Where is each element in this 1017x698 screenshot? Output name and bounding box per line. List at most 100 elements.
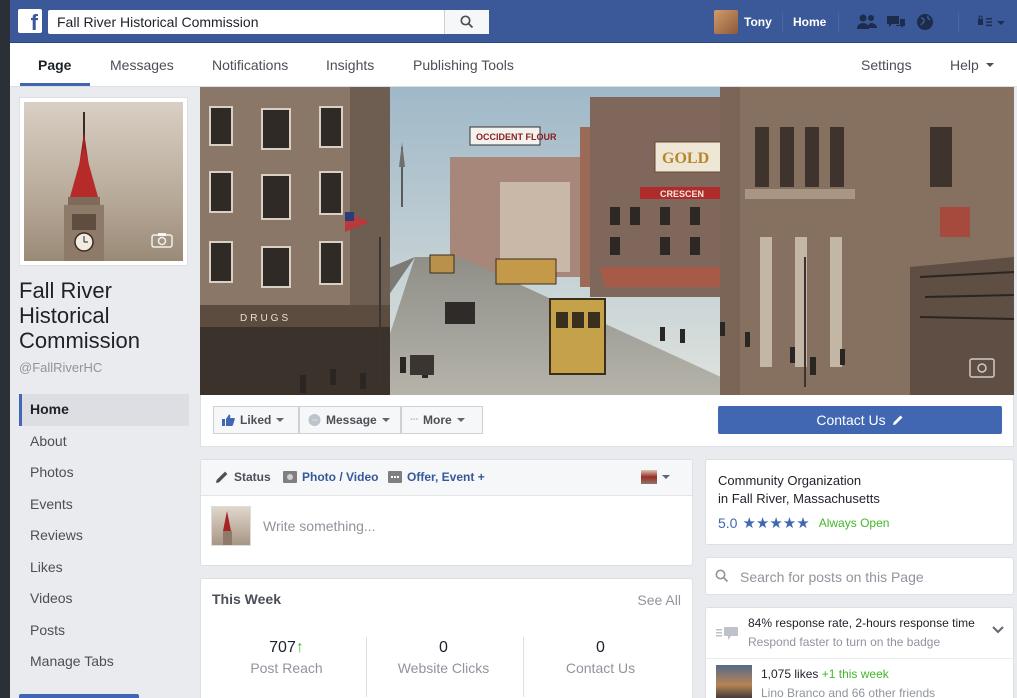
composer-body[interactable]: Write something... (201, 496, 692, 566)
post-composer: Status Photo / Video Offer, Event + Writ… (200, 459, 693, 566)
contact-us-label: Contact Us (816, 412, 886, 428)
pencil-icon (892, 415, 903, 425)
page-title: Fall River Historical Commission (19, 278, 189, 353)
response-rate-text: 84% response rate, 2-hours response time (748, 616, 975, 630)
friends-like-text[interactable]: Lino Branco and 66 other friends (761, 686, 935, 698)
rating-row[interactable]: 5.0 ★★★★★ Always Open (718, 514, 1001, 532)
post-as-selector[interactable] (641, 470, 670, 484)
chevron-down-icon (276, 418, 285, 422)
tab-notifications[interactable]: Notifications (212, 57, 288, 73)
offer-event-label: Offer, Event + (407, 470, 485, 484)
response-rate-card[interactable]: 84% response rate, 2-hours response time… (705, 607, 1014, 659)
side-nav-about[interactable]: About (19, 426, 189, 458)
tab-publishing-tools[interactable]: Publishing Tools (413, 57, 514, 73)
page-title-line: Historical (19, 303, 110, 328)
location-text[interactable]: in Fall River, Massachusetts (718, 490, 1001, 508)
user-name-link[interactable]: Tony (744, 15, 772, 29)
more-label: More (423, 413, 452, 427)
cover-action-bar: Liked Message ··· More Contact Us (200, 395, 1014, 447)
side-nav-reviews[interactable]: Reviews (19, 520, 189, 552)
side-nav-posts[interactable]: Posts (19, 615, 189, 647)
side-nav-manage-tabs[interactable]: Manage Tabs (19, 646, 189, 678)
side-nav-videos[interactable]: Videos (19, 583, 189, 615)
offer-event-icon (388, 471, 402, 483)
user-avatar[interactable] (714, 10, 738, 34)
divider (782, 12, 783, 32)
page-avatar-small (641, 470, 657, 484)
thumbs-up-icon (222, 414, 235, 426)
cover-photo[interactable]: OCCIDENT FLOUR DRUGS GOLD CRESCEN (200, 87, 1014, 395)
pencil-icon (216, 471, 228, 483)
search-icon (715, 569, 729, 583)
side-nav-photos[interactable]: Photos (19, 457, 189, 489)
account-menu-icon[interactable] (976, 11, 1006, 33)
stat-label: Website Clicks (397, 660, 490, 676)
message-button[interactable]: Message (299, 406, 401, 434)
stat-label: Contact Us (565, 660, 636, 676)
more-button[interactable]: ··· More (401, 406, 483, 434)
composer-placeholder[interactable]: Write something... (263, 518, 376, 534)
chevron-down-icon (662, 475, 670, 479)
billboard-sign: OCCIDENT FLOUR (476, 132, 557, 142)
gold-sign: GOLD (662, 150, 709, 167)
camera-icon[interactable] (151, 232, 173, 251)
likes-week-change: +1 this week (821, 667, 889, 681)
message-label: Message (326, 413, 377, 427)
tab-page[interactable]: Page (38, 57, 71, 73)
tab-insights[interactable]: Insights (326, 57, 374, 73)
stat-post-reach[interactable]: 707↑ Post Reach (209, 639, 364, 676)
tab-settings[interactable]: Settings (861, 57, 912, 73)
facebook-logo-icon[interactable]: f (18, 9, 42, 33)
photo-icon (283, 471, 297, 483)
notifications-globe-icon[interactable] (915, 11, 935, 33)
stat-label: Post Reach (250, 660, 323, 676)
likes-count: 1,075 likes (761, 667, 819, 681)
contact-us-button[interactable]: Contact Us (718, 406, 1002, 434)
composer-tab-offer-event[interactable]: Offer, Event + (388, 470, 485, 484)
crescent-sign: CRESCEN (660, 189, 704, 199)
see-all-link[interactable]: See All (637, 592, 681, 608)
hours-status: Always Open (818, 516, 890, 530)
liked-button[interactable]: Liked (213, 406, 299, 434)
composer-tabs: Status Photo / Video Offer, Event + (201, 460, 692, 496)
likes-card[interactable]: 1,075 likes +1 this week Lino Branco and… (705, 658, 1014, 698)
stat-website-clicks[interactable]: 0 Website Clicks (366, 639, 521, 676)
messages-icon[interactable] (885, 11, 907, 33)
search-button[interactable] (444, 10, 489, 34)
stat-contact-us[interactable]: 0 Contact Us (523, 639, 678, 676)
help-menu[interactable]: Help (950, 57, 994, 73)
page-username[interactable]: @FallRiverHC (19, 360, 102, 375)
chevron-down-icon[interactable] (991, 625, 1005, 635)
composer-tab-photo[interactable]: Photo / Video (283, 470, 378, 484)
facebook-page-window: f Fall River Historical Commission Tony … (10, 0, 1017, 698)
likes-thumbnail (716, 665, 752, 698)
chevron-down-icon (456, 418, 465, 422)
search-input[interactable]: Fall River Historical Commission (48, 10, 489, 34)
this-week-card: This Week See All 707↑ Post Reach 0 Webs… (200, 578, 693, 698)
page-post-search[interactable]: Search for posts on this Page (705, 557, 1014, 595)
top-bar: f Fall River Historical Commission Tony … (10, 0, 1017, 43)
home-link[interactable]: Home (793, 15, 826, 29)
side-nav-likes[interactable]: Likes (19, 552, 189, 584)
liked-label: Liked (240, 413, 272, 427)
profile-picture[interactable] (19, 97, 188, 266)
response-badge-icon (716, 627, 738, 640)
drugs-sign: DRUGS (240, 313, 291, 324)
stat-value-row: 707↑ (209, 639, 364, 657)
chevron-down-icon (985, 63, 994, 67)
page-title-line: Fall River (19, 278, 112, 303)
this-week-title: This Week (212, 591, 281, 607)
chevron-down-icon (381, 418, 390, 422)
side-nav-home[interactable]: Home (19, 394, 189, 426)
help-label: Help (950, 57, 979, 73)
photo-video-label: Photo / Video (302, 470, 379, 484)
tab-messages[interactable]: Messages (110, 57, 174, 73)
side-nav: Home About Photos Events Reviews Likes V… (19, 394, 189, 678)
friend-requests-icon[interactable] (856, 11, 878, 33)
side-nav-events[interactable]: Events (19, 489, 189, 521)
divider (838, 12, 839, 32)
about-card: Community Organization in Fall River, Ma… (705, 459, 1014, 545)
composer-tab-status[interactable]: Status (215, 470, 271, 484)
promote-button[interactable] (19, 694, 139, 698)
category-text[interactable]: Community Organization (718, 472, 1001, 490)
